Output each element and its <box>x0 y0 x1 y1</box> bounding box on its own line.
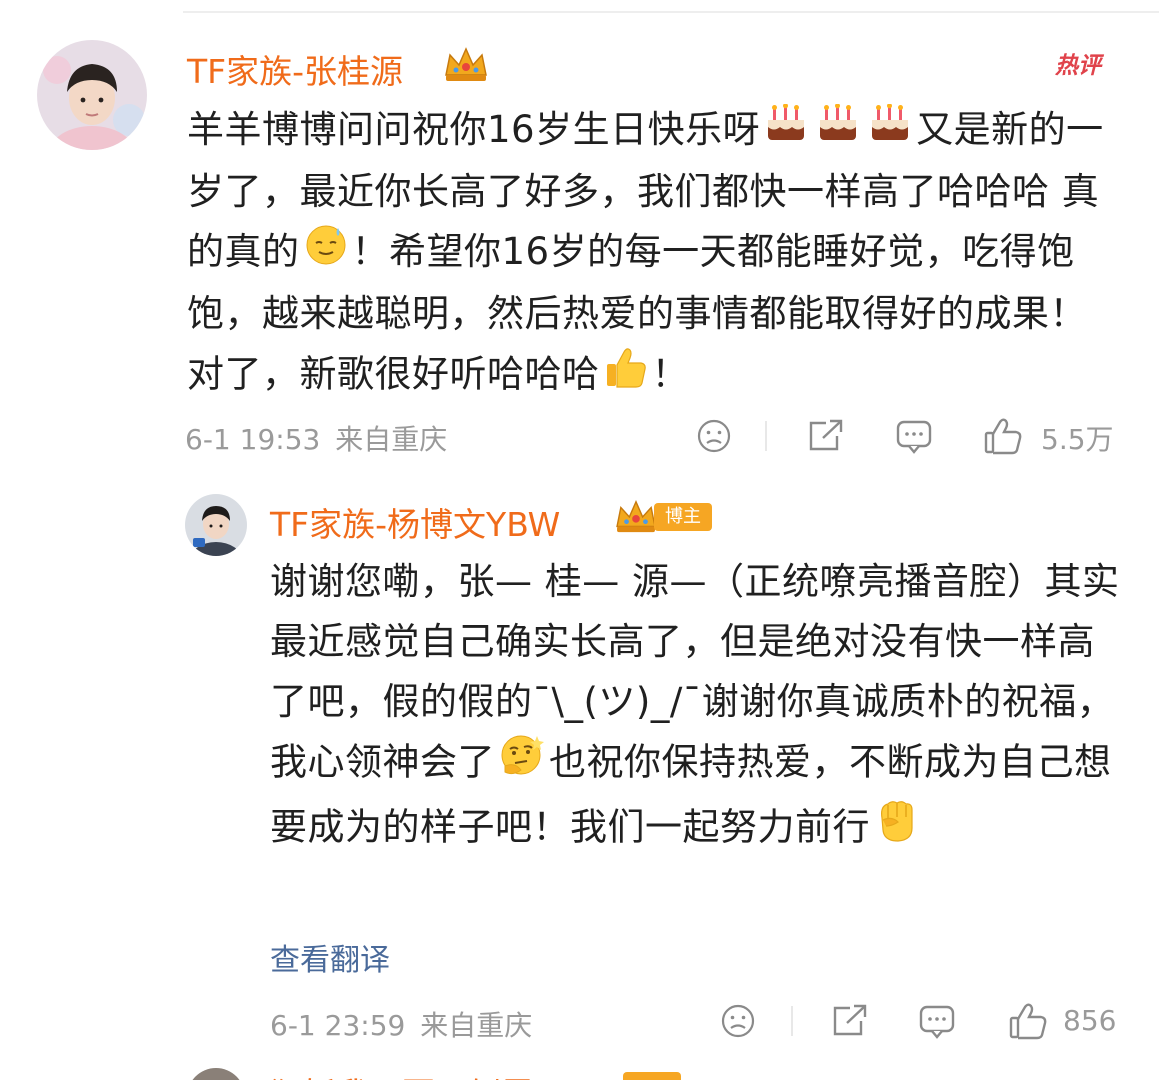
dislike-button[interactable] <box>720 1003 756 1039</box>
crown-icon <box>445 47 487 81</box>
action-divider <box>765 421 767 451</box>
reply-timestamp: 6-1 23:59 来自重庆 <box>270 1004 532 1044</box>
translate-link[interactable]: 查看翻译 <box>270 935 390 979</box>
next-comment-partial: 狂妖我不要不倒霉了 <box>183 1064 1159 1080</box>
like-count: 5.5万 <box>1041 423 1114 456</box>
username[interactable]: 狂妖我不要不倒霉了 <box>270 1068 567 1080</box>
thumbs-up-icon <box>1009 1003 1047 1040</box>
avatar[interactable] <box>185 494 247 556</box>
thumbs-up-icon <box>984 418 1022 455</box>
avatar-image <box>37 40 147 150</box>
comment-text: 羊羊博博问问祝你16岁生日快乐呀 又是新的一岁了，最近你长高了好多，我们都快一样高… <box>187 100 1112 408</box>
timestamp-text: 6-1 19:53 <box>185 423 321 456</box>
comment-icon <box>919 1005 955 1039</box>
thinking-face-emoji <box>499 732 545 796</box>
comment-timestamp: 6-1 19:53 来自重庆 <box>185 418 447 458</box>
location-text: 来自重庆 <box>335 423 448 456</box>
action-divider <box>791 1006 793 1036</box>
like-button[interactable] <box>983 416 1023 456</box>
share-icon <box>809 419 843 451</box>
top-divider <box>183 11 1159 13</box>
avatar-image <box>185 494 247 556</box>
frown-face-icon <box>697 419 731 453</box>
cake-emoji <box>868 102 912 162</box>
cake-emoji <box>764 102 808 162</box>
comment-text-part: ！ <box>651 352 689 396</box>
cake-emoji <box>816 102 860 162</box>
reply-button[interactable] <box>895 418 933 456</box>
avatar[interactable] <box>37 40 147 150</box>
frown-face-icon <box>721 1004 755 1038</box>
share-icon <box>833 1004 867 1036</box>
dislike-button[interactable] <box>696 418 732 454</box>
author-badge: 博主 <box>654 503 712 531</box>
share-button[interactable] <box>806 418 844 454</box>
thumbs-up-emoji <box>604 344 648 408</box>
crown-icon <box>616 500 656 533</box>
reply-button[interactable] <box>918 1003 956 1041</box>
timestamp-text: 6-1 23:59 <box>270 1009 406 1042</box>
username[interactable]: TF家族-杨博文YBW <box>270 498 560 546</box>
share-button[interactable] <box>830 1003 868 1039</box>
sweat-smile-emoji <box>304 222 348 284</box>
username[interactable]: TF家族-张桂源 <box>187 45 403 93</box>
like-button[interactable] <box>1008 1001 1048 1041</box>
comment-text: 谢谢您嘞，张— 桂— 源—（正统嘹亮播音腔）其实最近感觉自己确实长高了，但是绝对… <box>270 552 1126 862</box>
comment-text-part: 羊羊博博问问祝你16岁生日快乐呀 <box>187 108 761 151</box>
location-text: 来自重庆 <box>420 1009 533 1042</box>
like-count: 856 <box>1063 1004 1117 1037</box>
author-badge <box>623 1072 681 1080</box>
hot-comment-badge: 热评 <box>1055 53 1101 79</box>
avatar[interactable] <box>187 1068 245 1080</box>
raised-fist-emoji <box>874 796 918 862</box>
comment-icon <box>896 420 932 454</box>
